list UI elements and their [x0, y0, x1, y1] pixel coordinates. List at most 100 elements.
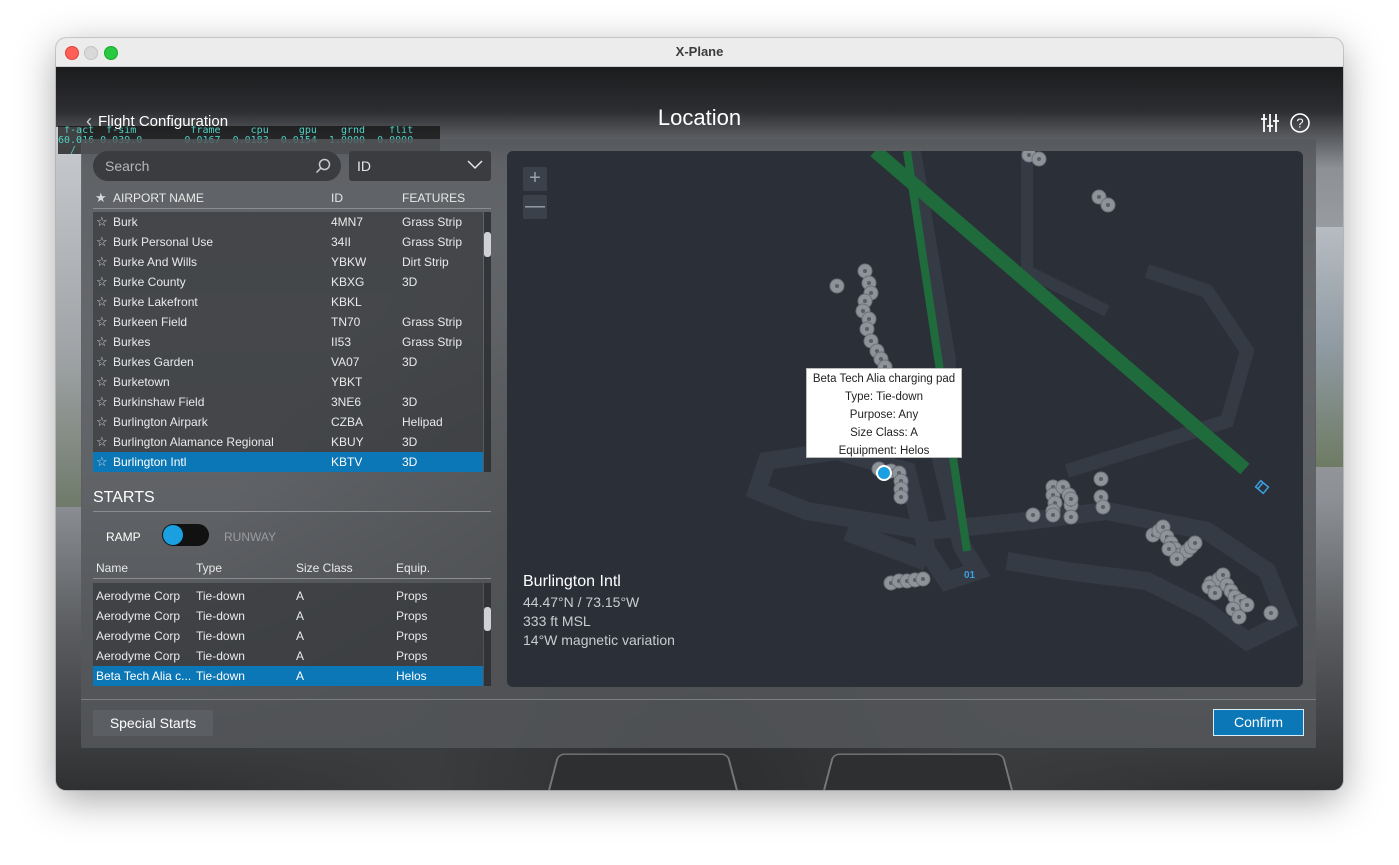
airport-id: 3NE6	[331, 395, 362, 409]
runway-label[interactable]: RUNWAY	[224, 530, 276, 544]
col-airport-name[interactable]: AIRPORT NAME	[113, 188, 204, 208]
scrollbar-thumb[interactable]	[484, 232, 491, 257]
col-start-type[interactable]: Type	[196, 558, 222, 578]
airport-id: CZBA	[331, 415, 364, 429]
sliders-icon[interactable]	[1259, 112, 1281, 134]
parking-spot-dot	[1213, 591, 1217, 595]
ramp-label[interactable]: RAMP	[106, 530, 141, 544]
col-start-size[interactable]: Size Class	[296, 558, 353, 578]
start-row[interactable]: Aerodyme Corp Tie-down A Props	[93, 646, 483, 666]
col-airport-features[interactable]: FEATURES	[402, 188, 465, 208]
star-outline-icon[interactable]: ☆	[96, 412, 108, 432]
start-size: A	[296, 609, 305, 623]
star-outline-icon[interactable]: ☆	[96, 452, 108, 472]
start-row[interactable]: Aerodyme Corp Tie-down A Props	[93, 626, 483, 646]
airport-info-variation: 14°W magnetic variation	[523, 632, 675, 648]
airport-features: Grass Strip	[402, 335, 463, 349]
start-row[interactable]: Aerodyme Corp Tie-down A Props	[93, 586, 483, 606]
star-outline-icon[interactable]: ☆	[96, 212, 108, 232]
airport-features: 3D	[402, 275, 418, 289]
airport-row[interactable]: ☆ Burk Personal Use 34II Grass Strip	[93, 232, 483, 252]
selected-start-marker[interactable]	[876, 465, 892, 481]
parking-spot-dot	[867, 317, 871, 321]
starts-list-scrollbar[interactable]	[484, 583, 491, 686]
search-icon	[315, 158, 331, 174]
parking-spot-dot	[861, 309, 865, 313]
star-outline-icon[interactable]: ☆	[96, 392, 108, 412]
zoom-out-button[interactable]: —	[523, 195, 547, 219]
tooltip-type: Type: Tie-down	[845, 391, 923, 403]
star-outline-icon[interactable]: ☆	[96, 252, 108, 272]
airport-row[interactable]: ☆ Burkeen Field TN70 Grass Strip	[93, 312, 483, 332]
question-circle-icon[interactable]: ?	[1289, 112, 1311, 134]
airport-row[interactable]: ☆ Burlington Alamance Regional KBUY 3D	[93, 432, 483, 452]
airport-row-selected[interactable]: ☆ Burlington Intl KBTV 3D	[93, 452, 483, 472]
zoom-in-button[interactable]: +	[523, 167, 547, 191]
parking-spot-dot	[1221, 573, 1225, 577]
parking-spot-dot	[1097, 195, 1101, 199]
start-equip: Props	[396, 609, 428, 623]
search-filter-dropdown[interactable]: ID	[349, 151, 491, 181]
start-row-selected[interactable]: Beta Tech Alia c... Tie-down A Helos	[93, 666, 483, 686]
airport-features: 3D	[402, 455, 418, 469]
star-outline-icon[interactable]: ☆	[96, 352, 108, 372]
star-outline-icon[interactable]: ☆	[96, 432, 108, 452]
airport-id: VA07	[331, 355, 360, 369]
parking-spot-dot	[835, 284, 839, 288]
start-name: Aerodyme Corp	[96, 649, 181, 663]
ramp-runway-toggle[interactable]	[162, 524, 209, 546]
start-size: A	[296, 649, 305, 663]
airport-row[interactable]: ☆ Burkinshaw Field 3NE6 3D	[93, 392, 483, 412]
airport-row[interactable]: ☆ Burketown YBKT	[93, 372, 483, 392]
airport-row[interactable]: ☆ Burlington Airpark CZBA Helipad	[93, 412, 483, 432]
parking-spot-dot	[1099, 477, 1103, 481]
star-outline-icon[interactable]: ☆	[96, 312, 108, 332]
col-start-name[interactable]: Name	[96, 558, 128, 578]
cockpit-window-right	[1315, 227, 1343, 467]
col-airport-id[interactable]: ID	[331, 188, 343, 208]
airport-info-name: Burlington Intl	[523, 573, 621, 590]
parking-spot-dot	[869, 339, 873, 343]
parking-spot-dot	[899, 495, 903, 499]
star-outline-icon[interactable]: ☆	[96, 292, 108, 312]
star-outline-icon[interactable]: ☆	[96, 332, 108, 352]
parking-spot-dot	[1106, 203, 1110, 207]
col-start-equip[interactable]: Equip.	[396, 558, 430, 578]
favorite-header-star-icon[interactable]: ★	[95, 188, 107, 208]
start-equip: Props	[396, 649, 428, 663]
start-row[interactable]: Aerodyme Corp Tie-down A Props	[93, 606, 483, 626]
airport-features: Grass Strip	[402, 315, 463, 329]
parking-spot-dot	[1231, 607, 1235, 611]
airport-name: Burke And Wills	[113, 255, 198, 269]
airport-row[interactable]: ☆ Burk 4MN7 Grass Strip	[93, 212, 483, 232]
airport-row[interactable]: ☆ Burkes II53 Grass Strip	[93, 332, 483, 352]
parking-spot-dot	[869, 291, 873, 295]
helipad-icon[interactable]	[1254, 479, 1270, 495]
toggle-knob[interactable]	[163, 525, 183, 545]
star-outline-icon[interactable]: ☆	[96, 372, 108, 392]
airport-name: Burlington Alamance Regional	[113, 435, 274, 449]
airport-info: Burlington Intl 44.47°N / 73.15°W 333 ft…	[523, 572, 675, 650]
airport-name: Burkes Garden	[113, 355, 194, 369]
airport-row[interactable]: ☆ Burke And Wills YBKW Dirt Strip	[93, 252, 483, 272]
special-starts-button[interactable]: Special Starts	[93, 710, 213, 736]
confirm-button[interactable]: Confirm	[1213, 709, 1304, 736]
parking-spot-dot	[1069, 515, 1073, 519]
search-input[interactable]: Search	[93, 151, 341, 181]
scrollbar-thumb[interactable]	[484, 607, 491, 631]
tooltip-title: Beta Tech Alia charging pad	[812, 373, 956, 385]
parking-spot-dot	[863, 299, 867, 303]
star-outline-icon[interactable]: ☆	[96, 232, 108, 252]
airport-map[interactable]: 01 + — Beta Tech Alia charging pad Type:…	[507, 151, 1303, 687]
parking-spot-dot	[1245, 603, 1249, 607]
tooltip-purpose: Purpose: Any	[849, 409, 919, 421]
tooltip-equipment: Equipment: Helos	[838, 445, 930, 457]
airport-row[interactable]: ☆ Burke County KBXG 3D	[93, 272, 483, 292]
airport-row[interactable]: ☆ Burke Lakefront KBKL	[93, 292, 483, 312]
parking-spot-dot	[1069, 497, 1073, 501]
airport-id: YBKW	[331, 255, 367, 269]
airport-row[interactable]: ☆ Burkes Garden VA07 3D	[93, 352, 483, 372]
start-equip: Helos	[396, 669, 427, 683]
airport-list-scrollbar[interactable]	[484, 212, 491, 472]
star-outline-icon[interactable]: ☆	[96, 272, 108, 292]
